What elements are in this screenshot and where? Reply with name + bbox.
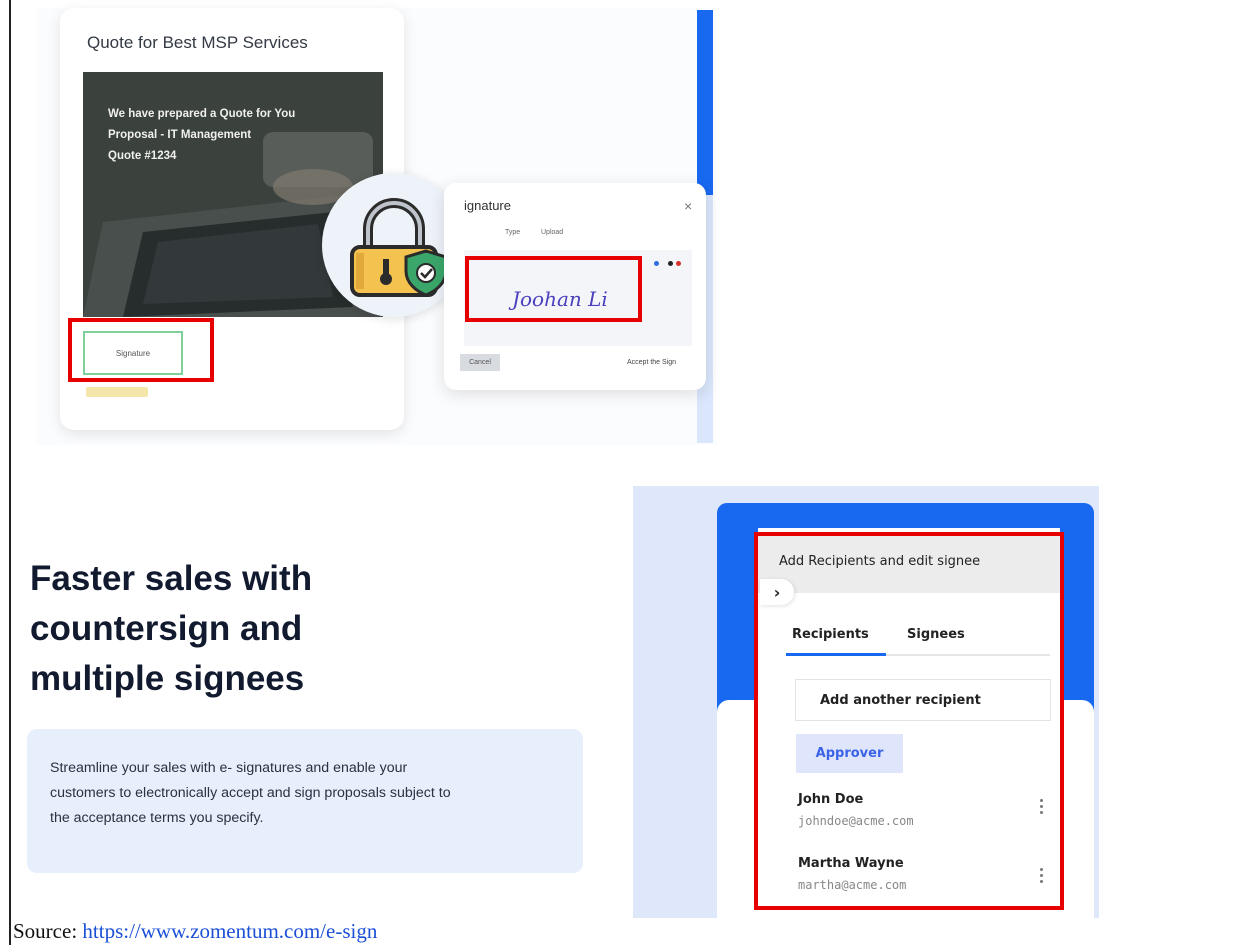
hero-heading-line: countersign and [30,609,303,648]
tab-type[interactable]: Type [505,229,520,236]
photo-line-3: Quote #1234 [108,150,177,162]
highlight-box-recipients [754,532,1064,910]
brand-edge-strip [697,10,713,195]
description-line: customers to electronically accept and s… [50,785,451,801]
source-link[interactable]: https://www.zomentum.com/e-sign [82,919,377,943]
close-icon[interactable]: × [684,198,692,214]
description-line: the acceptance terms you specify. [50,810,264,826]
photo-line-1: We have prepared a Quote for You [108,108,296,120]
description-line: Streamline your sales with e- signatures… [50,760,408,776]
hero-heading: Faster sales with countersign and multip… [30,554,590,704]
source-caption: Source: https://www.zomentum.com/e-sign [13,919,377,944]
source-prefix: Source: [13,919,83,943]
quote-title: Quote for Best MSP Services [87,33,308,52]
field-tag [86,387,148,397]
highlight-box-signature [465,256,642,322]
ink-color-red[interactable] [676,261,681,266]
signature-dialog-title: ignature [464,198,511,213]
ink-color-black[interactable] [668,261,673,266]
description-text: Streamline your sales with e- signatures… [50,756,560,831]
cancel-button[interactable]: Cancel [460,354,500,371]
ink-color-blue[interactable] [654,261,659,266]
photo-line-2: Proposal - IT Management [108,129,252,141]
page-margin-rule [9,0,11,945]
accept-sign-button[interactable]: Accept the Sign [627,359,676,366]
tab-upload[interactable]: Upload [541,229,563,236]
hero-heading-line: multiple signees [30,659,305,698]
highlight-box-signature-field [68,318,214,382]
hero-heading-line: Faster sales with [30,559,313,598]
